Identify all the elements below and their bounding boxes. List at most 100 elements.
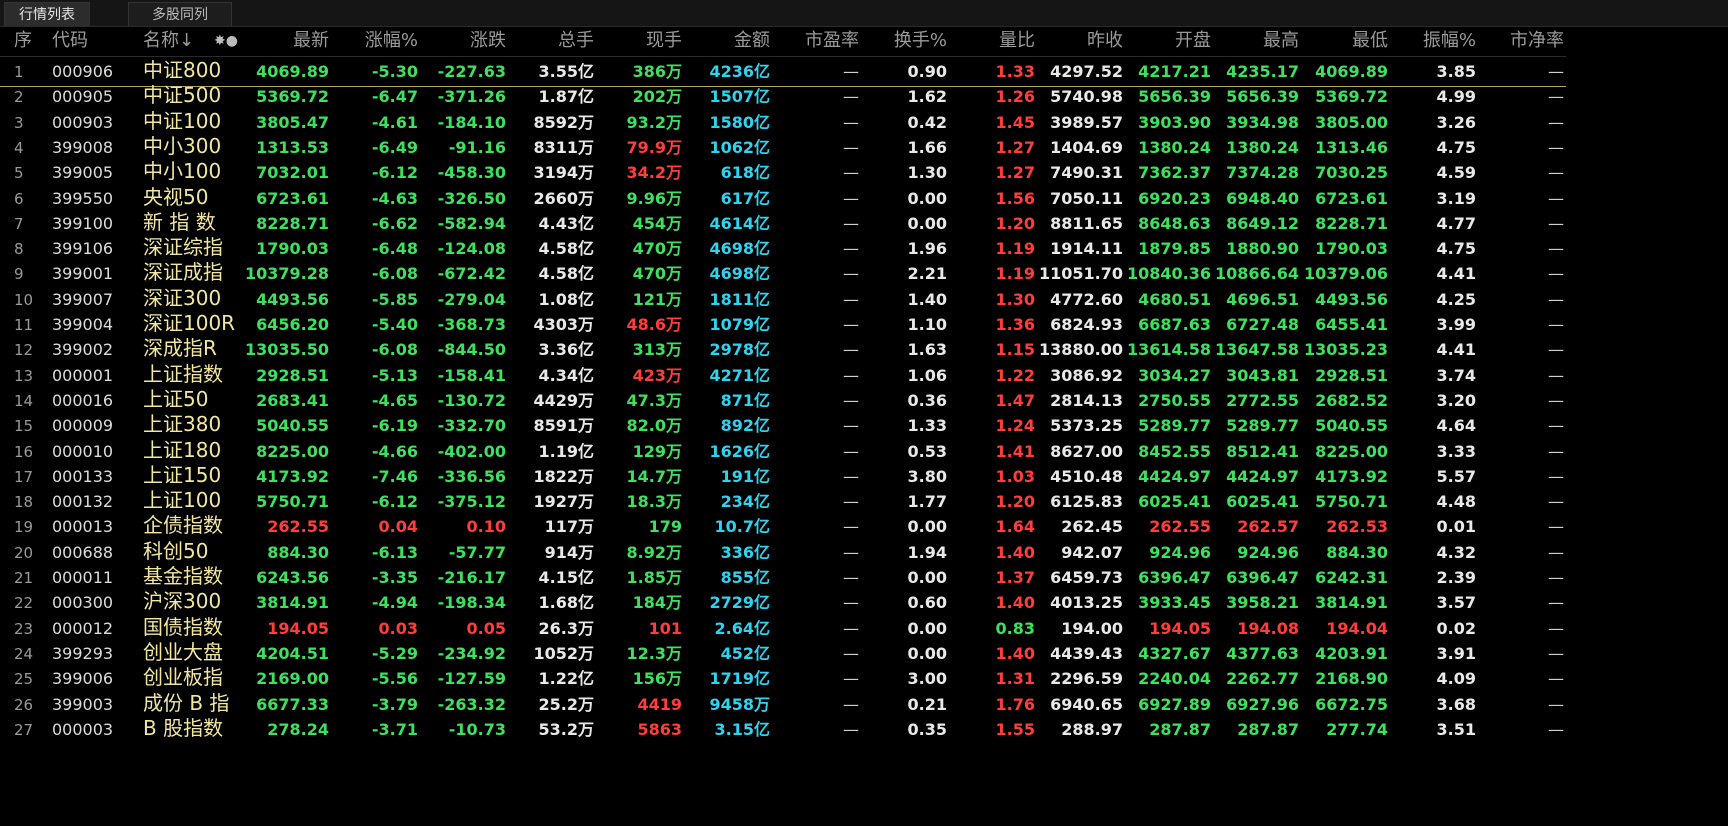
star-dot-icon[interactable]: ✸● <box>214 26 238 56</box>
tab-multi-stock[interactable]: 多股同列 <box>128 2 232 26</box>
cell-amt: 10.7亿 <box>714 517 770 537</box>
cell-code: 000009 <box>52 416 114 436</box>
table-row[interactable]: 5 399005 中小100 7032.01 -6.12 -458.30 3194万 34.2… <box>0 159 1566 187</box>
cell-chg: -402.00 <box>437 441 506 461</box>
header-cur[interactable]: 现手 <box>646 26 682 56</box>
header-amp[interactable]: 振幅% <box>1423 26 1476 56</box>
cell-prev: 942.07 <box>1061 542 1123 562</box>
cell-pe: — <box>843 264 859 284</box>
cell-seq: 1 <box>14 63 24 81</box>
table-row[interactable]: 18 000132 上证100 5750.71 -6.12 -375.12 1927万 18.… <box>0 488 1566 516</box>
cell-pct: -5.29 <box>371 643 418 663</box>
cell-open: 262.55 <box>1149 517 1211 537</box>
header-vr[interactable]: 量比 <box>999 26 1035 56</box>
cell-amp: 4.48 <box>1436 492 1476 512</box>
cell-name: 中证500 <box>143 83 222 108</box>
table-row[interactable]: 27 000003 B 股指数 278.24 -3.71 -10.73 53.2万 5863… <box>0 716 1566 744</box>
cell-cur: 79.9万 <box>626 137 682 157</box>
cell-low: 6455.41 <box>1315 315 1388 334</box>
cell-cur: 101 <box>648 618 682 638</box>
header-pct[interactable]: 涨幅% <box>365 26 418 56</box>
cell-vol: 26.3万 <box>538 618 594 638</box>
table-row[interactable]: 14 000016 上证50 2683.41 -4.65 -130.72 4429万 47.3… <box>0 387 1566 415</box>
cell-chg: -227.63 <box>437 62 506 81</box>
cell-name: 科创50 <box>143 538 209 563</box>
cell-chg: -130.72 <box>437 390 506 410</box>
cell-high: 924.96 <box>1237 542 1299 562</box>
table-row[interactable]: 11 399004 深证100R 6456.20 -5.40 -368.73 4303万 48… <box>0 311 1566 339</box>
header-code[interactable]: 代码 <box>52 26 88 56</box>
header-turn[interactable]: 换手% <box>894 26 947 56</box>
header-pb[interactable]: 市净率 <box>1510 26 1564 56</box>
table-row[interactable]: 20 000688 科创50 884.30 -6.13 -57.77 914万 8.92万 33… <box>0 539 1566 567</box>
cell-name: 国债指数 <box>143 614 223 639</box>
cell-seq: 27 <box>14 720 34 739</box>
cell-vr: 1.33 <box>995 62 1035 81</box>
cell-pb: — <box>1548 643 1564 663</box>
cell-high: 6396.47 <box>1226 568 1299 587</box>
cell-code: 399001 <box>52 264 114 284</box>
table-row[interactable]: 2 000905 中证500 5369.72 -6.47 -371.26 1.87亿 202万… <box>0 83 1566 111</box>
header-high[interactable]: 最高 <box>1263 26 1299 56</box>
header-amt[interactable]: 金额 <box>734 26 770 56</box>
table-row[interactable]: 24 399293 创业大盘 4204.51 -5.29 -234.92 1052万 12.3… <box>0 640 1566 668</box>
header-vol[interactable]: 总手 <box>558 26 594 56</box>
table-row[interactable]: 23 000012 国债指数 194.05 0.03 0.05 26.3万 101 2.64亿 —… <box>0 615 1566 643</box>
cell-name: 中小100 <box>143 159 222 184</box>
table-row[interactable]: 22 000300 沪深300 3814.91 -4.94 -198.34 1.68亿 184… <box>0 589 1566 617</box>
cell-chg: 0.10 <box>466 517 506 537</box>
header-chg[interactable]: 涨跌 <box>470 26 506 56</box>
cell-low: 5750.71 <box>1315 492 1388 512</box>
cell-name: 深成指R <box>143 336 217 361</box>
cell-chg: 0.05 <box>466 618 506 638</box>
table-row[interactable]: 16 000010 上证180 8225.00 -4.66 -402.00 1.19亿 129… <box>0 438 1566 466</box>
header-price[interactable]: 最新 <box>293 26 329 56</box>
cell-pe: — <box>843 694 859 714</box>
cell-seq: 12 <box>14 341 34 360</box>
cell-name: 央视50 <box>143 184 209 209</box>
cell-vr: 1.22 <box>995 365 1035 385</box>
cell-vol: 4303万 <box>533 315 594 334</box>
table-row[interactable]: 3 000903 中证100 3805.47 -4.61 -184.10 8592万 93.2… <box>0 109 1566 137</box>
cell-low: 5040.55 <box>1315 416 1388 436</box>
cell-low: 1313.46 <box>1315 137 1388 157</box>
cell-vol: 4429万 <box>533 390 594 410</box>
cell-turn: 1.30 <box>907 163 947 183</box>
cell-seq: 18 <box>14 493 34 512</box>
table-row[interactable]: 13 000001 上证指数 2928.51 -5.13 -158.41 4.34亿 423万… <box>0 362 1566 390</box>
header-prev[interactable]: 昨收 <box>1087 26 1123 56</box>
table-row[interactable]: 19 000013 企债指数 262.55 0.04 0.10 117万 179 10.7亿 — 0… <box>0 513 1566 541</box>
cell-turn: 1.40 <box>907 289 947 309</box>
table-row[interactable]: 8 399106 深证综指 1790.03 -6.48 -124.08 4.58亿 470万 4… <box>0 235 1566 263</box>
header-name[interactable]: 名称↓ <box>143 26 194 56</box>
tab-quote-list[interactable]: 行情列表 <box>4 2 90 26</box>
header-pe[interactable]: 市盈率 <box>805 26 859 56</box>
cell-open: 1380.24 <box>1138 137 1211 157</box>
table-row[interactable]: 17 000133 上证150 4173.92 -7.46 -336.56 1822万 14.… <box>0 463 1566 491</box>
cell-price: 5369.72 <box>256 87 329 107</box>
table-row[interactable]: 7 399100 新 指 数 8228.71 -6.62 -582.94 4.43亿 454万… <box>0 210 1566 238</box>
cell-high: 6025.41 <box>1226 492 1299 512</box>
header-seq[interactable]: 序 <box>14 26 32 56</box>
cell-chg: -844.50 <box>437 340 506 360</box>
header-open[interactable]: 开盘 <box>1175 26 1211 56</box>
cell-cur: 9.96万 <box>626 188 682 208</box>
cell-pb: — <box>1548 492 1564 512</box>
cell-pb: — <box>1548 694 1564 714</box>
cell-code: 000016 <box>52 390 114 410</box>
table-row[interactable]: 9 399001 深证成指 10379.28 -6.08 -672.42 4.58亿 470万… <box>0 260 1566 288</box>
cell-open: 5289.77 <box>1138 416 1211 436</box>
table-row[interactable]: 4 399008 中小300 1313.53 -6.49 -91.16 8311万 79.9万… <box>0 134 1566 162</box>
cell-turn: 0.60 <box>907 593 947 613</box>
cell-amp: 4.41 <box>1436 340 1476 360</box>
table-row[interactable]: 6 399550 央视50 6723.61 -4.63 -326.50 2660万 9.96万… <box>0 185 1566 213</box>
cell-name: 深证成指 <box>143 260 223 285</box>
table-row[interactable]: 12 399002 深成指R 13035.50 -6.08 -844.50 3.36亿 313… <box>0 336 1566 364</box>
table-row[interactable]: 25 399006 创业板指 2169.00 -5.56 -127.59 1.22亿 156万… <box>0 665 1566 693</box>
table-row[interactable]: 21 000011 基金指数 6243.56 -3.35 -216.17 4.15亿 1.85… <box>0 564 1566 592</box>
header-low[interactable]: 最低 <box>1352 26 1388 56</box>
cell-pe: — <box>843 416 859 436</box>
cell-turn: 1.77 <box>907 492 947 512</box>
table-row[interactable]: 15 000009 上证380 5040.55 -6.19 -332.70 8591万 82.… <box>0 412 1566 440</box>
table-row[interactable]: 26 399003 成份 B 指 6677.33 -3.79 -263.32 25.2万 44… <box>0 691 1566 719</box>
